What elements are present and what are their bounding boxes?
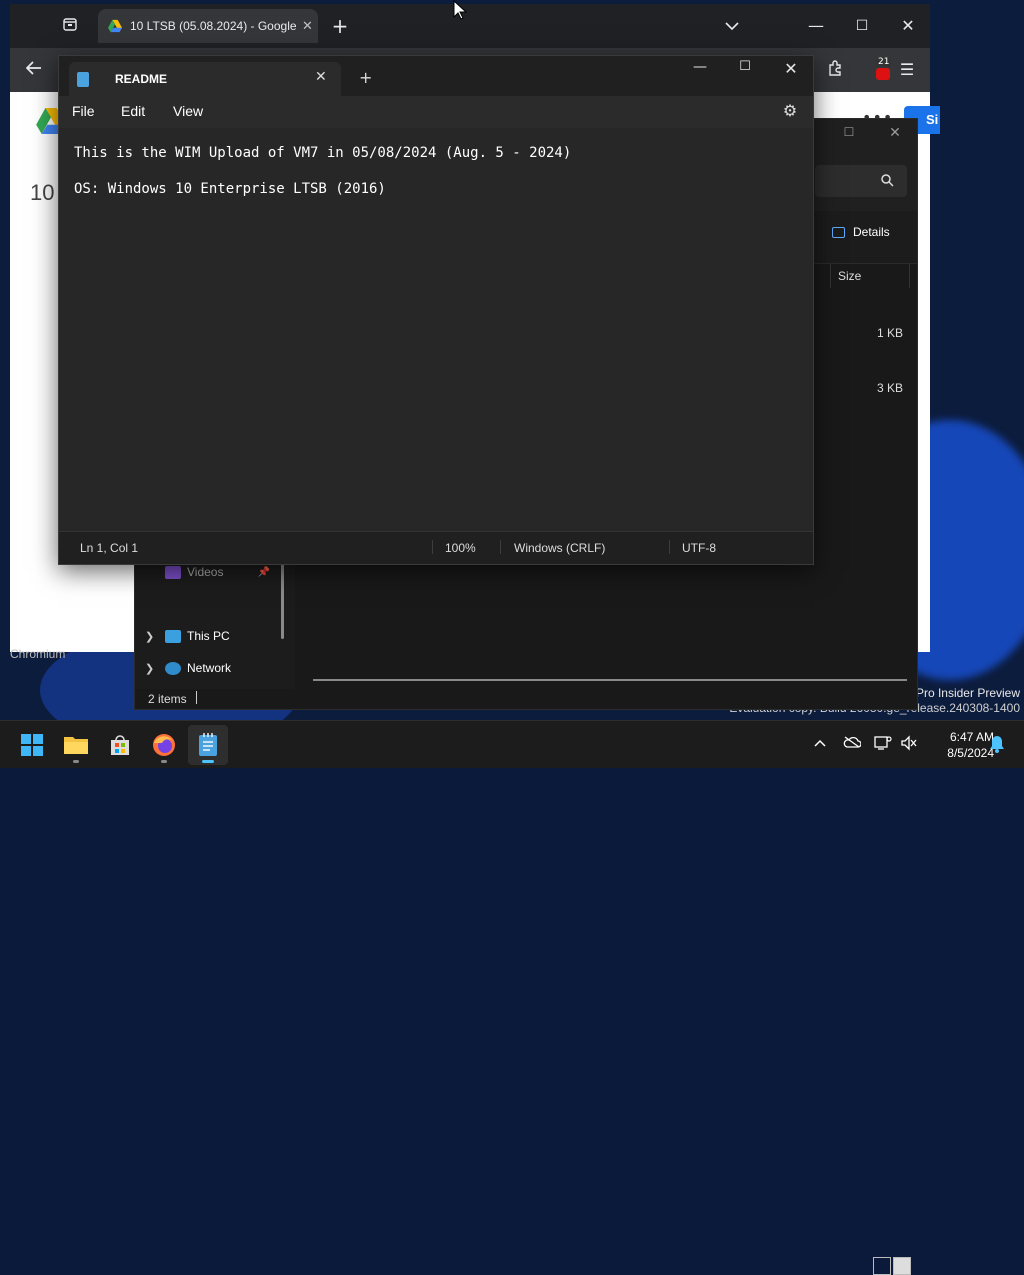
- new-tab-icon[interactable]: +: [359, 68, 372, 87]
- clock-time: 6:47 AM: [949, 730, 994, 744]
- taskbar-clock[interactable]: 6:47 AM 8/5/2024: [918, 729, 994, 761]
- extensions-puzzle-icon[interactable]: [823, 60, 847, 81]
- tab-list-chevron-icon[interactable]: [720, 16, 744, 36]
- explorer-status-bar: 2 items: [135, 687, 917, 1275]
- onedrive-icon[interactable]: [840, 736, 864, 784]
- close-tab-icon[interactable]: ✕: [302, 19, 313, 34]
- notepad-icon: [199, 733, 217, 756]
- notepad-tab-readme[interactable]: README ✕: [69, 62, 341, 96]
- notepad-tab-label: README: [115, 72, 168, 86]
- taskbar-notepad[interactable]: [188, 725, 228, 765]
- text-line-1: This is the WIM Upload of VM7 in 05/08/2…: [74, 145, 572, 161]
- explorer-nav-pane: Videos 📌 ❯ This PC ❯ Network: [135, 549, 295, 689]
- file-size-2: 3 KB: [876, 381, 903, 395]
- encoding[interactable]: UTF-8: [682, 541, 716, 555]
- browser-maximize-button[interactable]: ☐: [850, 16, 874, 36]
- network-icon: [165, 661, 181, 675]
- file-size-1: 1 KB: [876, 326, 903, 340]
- extension-badge-count: 21: [876, 57, 892, 67]
- notification-bell-icon[interactable]: [986, 735, 1008, 783]
- google-drive-icon: [108, 19, 122, 33]
- notepad-text-area[interactable]: This is the WIM Upload of VM7 in 05/08/2…: [59, 128, 813, 532]
- firefox-icon: [153, 734, 175, 756]
- settings-gear-icon[interactable]: ⚙: [781, 102, 799, 120]
- notepad-file-icon: [77, 72, 89, 87]
- nav-item-network-label: Network: [187, 661, 232, 675]
- notepad-window: README ✕ + — ☐ ✕ File Edit View ⚙ This i…: [58, 55, 814, 565]
- tiles-view-button[interactable]: [893, 1257, 911, 1275]
- taskbar-firefox[interactable]: [144, 725, 184, 765]
- notepad-minimize-button[interactable]: —: [684, 59, 716, 75]
- drive-page-title: 10: [30, 180, 55, 205]
- explorer-close-button[interactable]: ✕: [879, 125, 911, 141]
- browser-tab-strip: 10 LTSB (05.08.2024) - Google D ✕ + — ☐ …: [10, 4, 930, 48]
- back-arrow-icon[interactable]: [22, 60, 46, 80]
- browser-minimize-button[interactable]: —: [804, 16, 828, 36]
- new-tab-icon[interactable]: +: [328, 16, 352, 36]
- menu-edit[interactable]: Edit: [121, 103, 145, 119]
- line-ending[interactable]: Windows (CRLF): [514, 541, 605, 555]
- search-icon: [881, 174, 894, 187]
- start-button[interactable]: [12, 725, 52, 765]
- horizontal-scrollbar[interactable]: [313, 679, 907, 681]
- close-tab-icon[interactable]: ✕: [315, 69, 327, 85]
- mouse-cursor-icon: [453, 0, 467, 20]
- details-pane-icon: [832, 226, 845, 238]
- item-count-label: 2 items: [148, 692, 187, 706]
- browser-tab-title: 10 LTSB (05.08.2024) - Google D: [130, 19, 298, 33]
- explorer-maximize-button[interactable]: ☐: [833, 125, 865, 139]
- cursor-position: Ln 1, Col 1: [80, 541, 139, 555]
- videos-folder-icon: [165, 565, 181, 579]
- details-pane-label: Details: [853, 225, 890, 239]
- details-pane-button[interactable]: Details: [832, 225, 890, 239]
- menu-view[interactable]: View: [173, 103, 203, 119]
- nav-item-videos-label: Videos: [187, 565, 224, 579]
- notepad-status-bar: Ln 1, Col 1 100% Windows (CRLF) UTF-8: [59, 531, 813, 564]
- explorer-search-input[interactable]: [815, 165, 907, 197]
- expand-chevron-icon[interactable]: ❯: [145, 630, 159, 643]
- volume-muted-icon[interactable]: [898, 735, 920, 783]
- menu-file[interactable]: File: [72, 103, 95, 119]
- expand-chevron-icon[interactable]: ❯: [145, 662, 159, 675]
- nav-item-this-pc-label: This PC: [187, 629, 230, 643]
- clock-date: 8/5/2024: [947, 746, 994, 760]
- watermark-line-1: Pro Insider Preview: [915, 686, 1020, 700]
- notepad-close-button[interactable]: ✕: [775, 59, 807, 78]
- browser-menu-icon[interactable]: ☰: [895, 60, 919, 80]
- pin-icon: 📌: [257, 566, 270, 578]
- nav-item-network[interactable]: ❯ Network: [145, 661, 231, 675]
- chromium-label: Chromium: [10, 647, 66, 661]
- taskbar-file-explorer[interactable]: [56, 725, 96, 765]
- taskbar: 6:47 AM 8/5/2024: [0, 720, 1024, 768]
- zoom-level[interactable]: 100%: [445, 541, 476, 555]
- folder-icon: [64, 737, 88, 754]
- nav-pane-scrollbar[interactable]: [281, 559, 284, 639]
- show-hidden-icons-chevron-icon[interactable]: [808, 736, 832, 784]
- browser-tab-drive[interactable]: 10 LTSB (05.08.2024) - Google D ✕: [98, 9, 318, 43]
- taskbar-microsoft-store[interactable]: [100, 725, 140, 765]
- nav-item-this-pc[interactable]: ❯ This PC: [145, 629, 230, 643]
- windows-logo-icon: [21, 734, 43, 756]
- network-status-icon[interactable]: [872, 735, 894, 783]
- column-header-size[interactable]: Size: [830, 264, 910, 288]
- nav-item-videos[interactable]: Videos 📌: [145, 565, 270, 579]
- browser-close-button[interactable]: ✕: [896, 16, 920, 36]
- tab-search-icon[interactable]: [58, 16, 82, 37]
- store-bag-icon: [111, 735, 129, 755]
- details-view-button[interactable]: [873, 1257, 891, 1275]
- text-line-2: OS: Windows 10 Enterprise LTSB (2016): [74, 181, 386, 197]
- notepad-menu-bar: File Edit View: [59, 96, 813, 128]
- computer-icon: [165, 629, 181, 643]
- extension-badge-icon[interactable]: 21: [874, 57, 894, 80]
- notepad-maximize-button[interactable]: ☐: [729, 59, 761, 74]
- notepad-title-bar: README ✕ + — ☐ ✕: [59, 56, 813, 96]
